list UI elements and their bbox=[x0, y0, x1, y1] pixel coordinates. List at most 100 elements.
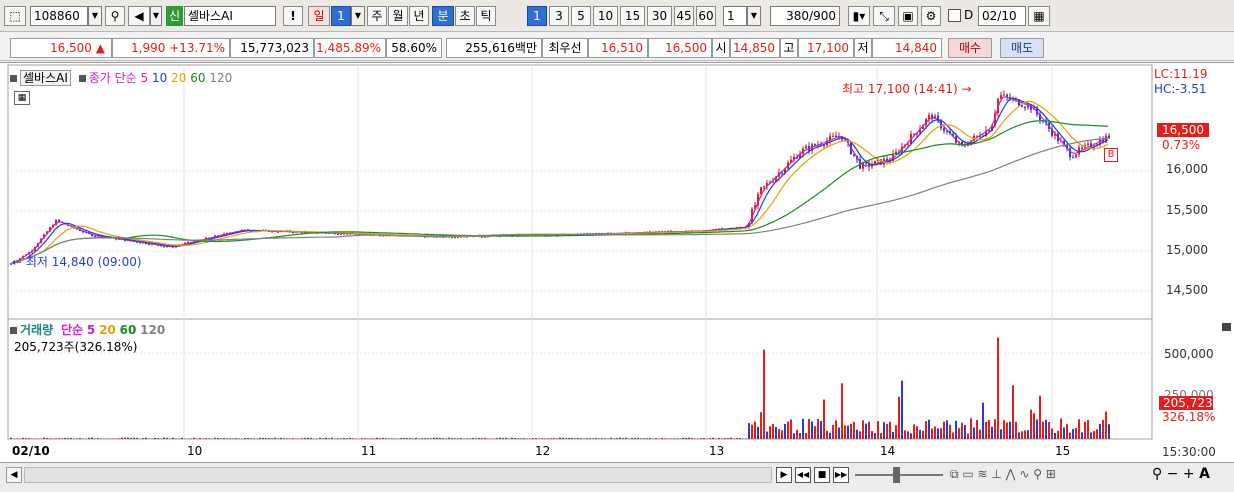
forward-icon[interactable]: ▶▶ bbox=[833, 467, 849, 483]
minute-preset-30[interactable]: 30 bbox=[647, 6, 672, 26]
chart-canvas[interactable] bbox=[0, 63, 1234, 463]
speaker-dropdown-icon[interactable]: ▼ bbox=[150, 6, 162, 26]
scroll-left-icon[interactable]: ◀ bbox=[6, 467, 22, 483]
settings-gear-icon[interactable]: ⚙ bbox=[921, 6, 941, 26]
volume-bar bbox=[997, 337, 999, 439]
volume-bar bbox=[994, 419, 996, 439]
stock-code-input[interactable]: 108860 bbox=[30, 6, 88, 26]
volume-bar bbox=[547, 438, 549, 439]
volume-bar bbox=[775, 426, 777, 439]
turnover-percent: 58.60% bbox=[386, 38, 442, 58]
volume-bar bbox=[1066, 424, 1068, 439]
data-table-icon[interactable]: ▦ bbox=[14, 91, 30, 105]
volume-bar bbox=[724, 438, 726, 439]
search-icon[interactable]: ⚲ bbox=[105, 6, 125, 26]
volume-bar bbox=[445, 438, 447, 439]
period-month-tab[interactable]: 월 bbox=[388, 6, 408, 26]
zoom-controls[interactable]: ⚲ − + A bbox=[1152, 466, 1210, 482]
volume-bar bbox=[1093, 431, 1095, 439]
period-dropdown-icon[interactable]: ▼ bbox=[351, 6, 365, 26]
volume-bar bbox=[115, 438, 117, 439]
volume-bar bbox=[802, 418, 804, 439]
volume-bar bbox=[154, 437, 156, 439]
interval-input[interactable]: 1 bbox=[723, 6, 747, 26]
minute-preset-10[interactable]: 10 bbox=[593, 6, 618, 26]
rewind-icon[interactable]: ◀◀ bbox=[795, 467, 811, 483]
volume-bar bbox=[439, 437, 441, 439]
current-volume-percent: 326.18% bbox=[1162, 410, 1216, 424]
volume-bar bbox=[433, 437, 435, 439]
volume-bar bbox=[364, 438, 366, 439]
minute-preset-3[interactable]: 3 bbox=[549, 6, 569, 26]
speaker-icon[interactable]: ◀ bbox=[128, 6, 150, 26]
volume-bar bbox=[610, 437, 612, 439]
chart-area[interactable]: 셀바스AI 종가 단순 5 10 20 60 120 ▦ 최고 17,100 (… bbox=[0, 62, 1234, 462]
volume-bar bbox=[832, 424, 834, 439]
best-ask: 16,510 bbox=[588, 38, 648, 58]
legend-ma-label: 종가 단순 bbox=[88, 71, 137, 85]
volume-bar bbox=[808, 419, 810, 439]
minute-preset-5[interactable]: 5 bbox=[571, 6, 591, 26]
period-second-tab[interactable]: 초 bbox=[455, 6, 475, 26]
date-input[interactable]: 02/10 bbox=[978, 6, 1026, 26]
window-icon[interactable]: ⬚ bbox=[4, 6, 26, 26]
minute-preset-1[interactable]: 1 bbox=[527, 6, 547, 26]
low-price: 14,840 bbox=[872, 38, 942, 58]
text-tool-icon[interactable]: A bbox=[1199, 466, 1210, 482]
buy-signal-marker[interactable]: B bbox=[1104, 148, 1118, 162]
volume-bar bbox=[1042, 421, 1044, 439]
minute-preset-45[interactable]: 45 bbox=[674, 6, 694, 26]
volume-bar bbox=[352, 438, 354, 439]
volume-bar bbox=[388, 438, 390, 439]
zoom-out-icon[interactable]: − bbox=[1167, 466, 1179, 482]
stock-name-field[interactable]: 셀바스AI bbox=[184, 6, 276, 26]
period-minute-tab[interactable]: 분 bbox=[432, 6, 454, 26]
volume-bar bbox=[244, 437, 246, 439]
candle-style-icon[interactable]: ▮▾ bbox=[848, 6, 870, 26]
zoom-search-icon[interactable]: ⚲ bbox=[1152, 466, 1162, 482]
volume-bar bbox=[751, 424, 753, 439]
count-input[interactable]: 380/900 bbox=[770, 6, 840, 26]
volume-bar bbox=[472, 437, 474, 439]
period-tick-tab[interactable]: 틱 bbox=[476, 6, 496, 26]
volume-bar bbox=[1036, 419, 1038, 439]
chart-tool-icons[interactable]: ⧉ ▭ ≋ ⊥ ⋀ ∿ ⚲ ⊞ bbox=[950, 467, 1056, 482]
alert-button[interactable]: ! bbox=[283, 6, 303, 26]
play-icon[interactable]: ▶ bbox=[776, 467, 792, 483]
line-tool-icon[interactable]: ⤡ bbox=[873, 6, 895, 26]
legend-ma60: 60 bbox=[190, 71, 206, 85]
zoom-slider-thumb[interactable] bbox=[893, 467, 900, 483]
horizontal-scrollbar[interactable] bbox=[24, 467, 772, 483]
volume-bar bbox=[52, 438, 54, 439]
panel-close-icon[interactable] bbox=[1222, 323, 1231, 331]
volume-bar bbox=[748, 423, 750, 439]
candle-body bbox=[943, 128, 945, 131]
legend-square-icon bbox=[10, 75, 17, 82]
legend-square-icon bbox=[78, 75, 86, 82]
period-day-count[interactable]: 1 bbox=[331, 6, 351, 26]
period-year-tab[interactable]: 년 bbox=[409, 6, 429, 26]
period-day-tab[interactable]: 일 bbox=[308, 6, 330, 26]
minute-preset-60[interactable]: 60 bbox=[696, 6, 716, 26]
volume-bar bbox=[529, 438, 531, 439]
y-tick-15000: 15,000 bbox=[1166, 243, 1208, 257]
volume-bar bbox=[88, 437, 90, 439]
period-week-tab[interactable]: 주 bbox=[367, 6, 387, 26]
volume-bar bbox=[649, 438, 651, 439]
date-checkbox[interactable] bbox=[948, 9, 961, 22]
volume-bar bbox=[973, 427, 975, 439]
volume-bar bbox=[1102, 419, 1104, 439]
x-label-11: 11 bbox=[361, 444, 377, 458]
candle-body bbox=[1021, 105, 1023, 107]
save-icon[interactable]: ▣ bbox=[898, 6, 918, 26]
code-dropdown-icon[interactable]: ▼ bbox=[88, 6, 102, 26]
calendar-icon[interactable]: ▦ bbox=[1028, 6, 1050, 26]
buy-button[interactable]: 매수 bbox=[948, 38, 992, 58]
interval-dropdown-icon[interactable]: ▼ bbox=[747, 6, 761, 26]
zoom-in-icon[interactable]: + bbox=[1183, 466, 1195, 482]
volume-bar bbox=[568, 438, 570, 439]
stop-icon[interactable]: ■ bbox=[814, 467, 830, 483]
sell-button[interactable]: 매도 bbox=[1000, 38, 1044, 58]
minute-preset-15[interactable]: 15 bbox=[620, 6, 645, 26]
volume-bar bbox=[457, 438, 459, 439]
